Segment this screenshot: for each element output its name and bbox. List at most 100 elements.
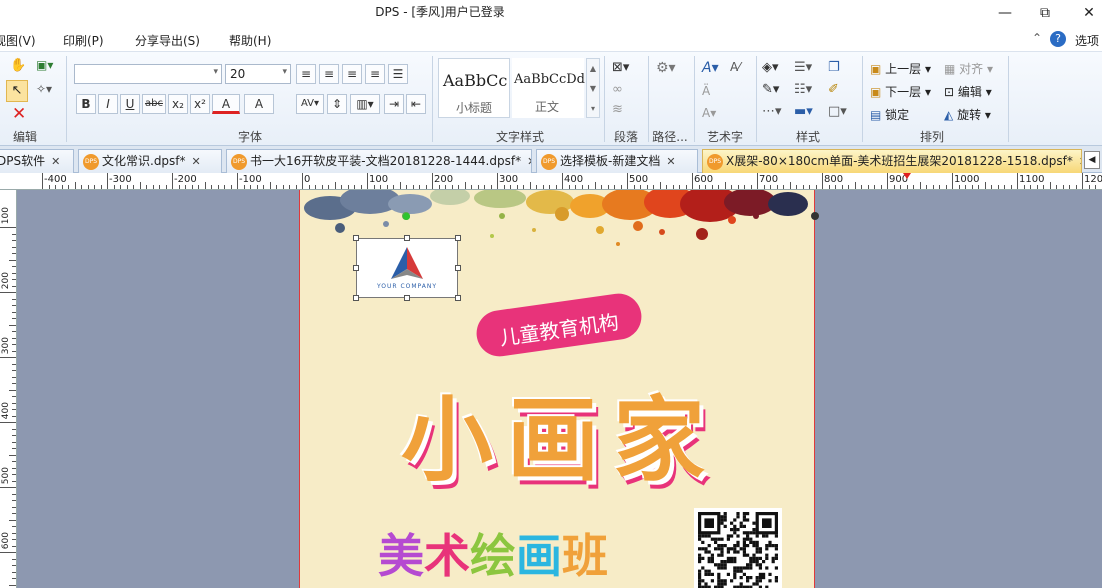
dash-style-icon[interactable]: ☷▾ (794, 82, 812, 97)
logo-frame[interactable]: YOUR COMPANY (356, 238, 458, 298)
subtitle-char: 术 (424, 529, 470, 583)
doc-tab-book[interactable]: DPS书一大16开软皮平装-文档20181228-1444.dpsf* ✕ (226, 149, 532, 173)
group-label-text-style: 文字样式 (495, 130, 544, 144)
text-vertical-icon[interactable]: A⁄ (730, 60, 740, 74)
selection-handle[interactable] (455, 265, 461, 271)
collapse-ribbon-icon[interactable]: ⌃ (1032, 31, 1042, 45)
canvas-area[interactable]: YOUR COMPANY 儿童教育机构 小画家 美术绘画班 (17, 190, 1102, 588)
selection-handle[interactable] (353, 235, 359, 241)
ruler-label: 1100 (1019, 174, 1045, 185)
indent-icon[interactable]: ⇥ (384, 94, 404, 114)
picture-tool-icon[interactable]: ▣▾ (36, 58, 58, 76)
path-settings-icon[interactable]: ⚙▾ (656, 60, 676, 76)
format-painter-icon[interactable]: ✐ (828, 82, 839, 97)
font-color-button[interactable]: A (212, 94, 240, 114)
selection-handle[interactable] (353, 265, 359, 271)
dps-file-icon: DPS (541, 153, 557, 170)
line-style-icon[interactable]: ☰▾ (794, 60, 812, 75)
selection-handle[interactable] (404, 295, 410, 301)
font-name-dropdown[interactable]: ▾ (74, 64, 222, 84)
bold-button[interactable]: B (76, 94, 96, 114)
align-left-icon[interactable]: ≡ (296, 64, 316, 84)
font-size-grow-button[interactable]: A (244, 94, 274, 114)
edit-button[interactable]: ⊡ 编辑 ▾ (944, 83, 992, 100)
doc-tab-culture[interactable]: DPS 文化常识.dpsf* ✕ (78, 149, 222, 173)
line-weight-icon[interactable]: ▬▾ (794, 104, 813, 119)
outdent-icon[interactable]: ⇤ (406, 94, 426, 114)
close-icon[interactable]: ✕ (192, 151, 201, 173)
doc-tab-easel-active[interactable]: DPS X展架-80×180cm单面-美术班招生展架20181228-1518.d… (702, 149, 1082, 173)
border-style-icon[interactable]: ⋯▾ (762, 104, 782, 119)
align-right-icon[interactable]: ≡ (342, 64, 362, 84)
close-icon[interactable]: ✕ (1079, 151, 1081, 173)
menu-view[interactable]: 视图(V) (0, 32, 36, 49)
menu-bar: 视图(V) 印刷(P) 分享导出(S) 帮助(H) ⌃ ? 选项 (0, 26, 1102, 52)
tab-scroll-left-icon[interactable]: ◀ (1084, 151, 1100, 169)
doc-tab-dps-software[interactable]: DPS软件 ✕ (0, 149, 74, 173)
restore-button[interactable]: ⧉ (1022, 0, 1068, 26)
ruler-major-tick (757, 173, 758, 189)
close-icon[interactable]: ✕ (527, 151, 531, 173)
line-spacing-icon[interactable]: ⇕ (327, 94, 347, 114)
art-text-icon[interactable]: A▾ (702, 60, 719, 76)
doc-tab-template[interactable]: DPS 选择模板-新建文档 ✕ (536, 149, 698, 173)
magic-wand-icon[interactable]: ✧▾ (36, 82, 58, 100)
group-divider (862, 56, 863, 142)
shadow-box-icon[interactable]: □▾ (828, 104, 847, 119)
ruler-major-tick (692, 173, 693, 189)
close-window-button[interactable]: ✕ (1066, 0, 1102, 26)
font-size-dropdown[interactable]: 20 ▾ (225, 64, 291, 84)
ruler-major-tick (0, 227, 16, 228)
close-icon[interactable]: ✕ (51, 151, 60, 173)
text-style-subtitle[interactable]: AaBbCc 小标题 (438, 58, 510, 118)
style-scroll-button[interactable]: ▲ ▼ ▾ (586, 58, 600, 118)
select-pointer-icon[interactable]: ↖ (6, 80, 28, 102)
hand-tool-icon[interactable]: ✋ (10, 58, 28, 76)
document-tab-bar: DPS软件 ✕ DPS 文化常识.dpsf* ✕ DPS 书一大16开软皮平装-文档20… (0, 146, 1102, 173)
ruler-minor-tick (9, 454, 16, 456)
selection-handle[interactable] (455, 295, 461, 301)
ruler-label: 0 (304, 174, 311, 185)
ruler-position-marker (903, 173, 911, 179)
options-button[interactable]: 选项 (1075, 32, 1099, 49)
menu-help[interactable]: 帮助(H) (229, 32, 271, 49)
strikethrough-button[interactable]: abc (142, 94, 166, 114)
bring-forward-button[interactable]: ▣ 上一层 ▾ (870, 60, 931, 77)
superscript-button[interactable]: x² (190, 94, 210, 114)
menu-share-export[interactable]: 分享导出(S) (135, 32, 200, 49)
send-backward-button[interactable]: ▣ 下一层 ▾ (870, 83, 931, 100)
link-icon[interactable]: ∞ (612, 82, 623, 97)
help-icon[interactable]: ? (1050, 31, 1066, 47)
copy-style-icon[interactable]: ❐ (828, 60, 840, 75)
group-divider (1008, 56, 1009, 142)
lock-button[interactable]: ▤ 锁定 (870, 106, 909, 123)
line-color-icon[interactable]: ✎▾ (762, 82, 779, 97)
subscript-button[interactable]: x₂ (168, 94, 188, 114)
ruler-label: 200 (434, 174, 454, 185)
send-backward-label: 下一层 (885, 85, 922, 99)
rotate-handle[interactable] (403, 213, 410, 220)
selection-handle[interactable] (404, 235, 410, 241)
text-frame-icon[interactable]: ⊠▾ (612, 60, 629, 75)
fill-color-icon[interactable]: ◈▾ (762, 60, 779, 75)
char-spacing-icon[interactable]: AV▾ (296, 94, 324, 114)
italic-button[interactable]: I (98, 94, 118, 114)
align-button[interactable]: ▦ 对齐 ▾ (944, 60, 993, 77)
menu-print[interactable]: 印刷(P) (63, 32, 104, 49)
close-icon[interactable]: ✕ (666, 151, 675, 173)
selection-handle[interactable] (353, 295, 359, 301)
delete-icon[interactable]: ✕ (12, 104, 26, 124)
unlink-icon[interactable]: ≋ (612, 102, 623, 117)
text-style-body[interactable]: AaBbCcDd 正文 (512, 58, 585, 118)
distribute-icon[interactable]: ☰ (388, 64, 408, 84)
columns-icon[interactable]: ▥▾ (350, 94, 380, 114)
text-effect-icon[interactable]: Ä (702, 84, 710, 98)
underline-button[interactable]: U (120, 94, 140, 114)
poster-page[interactable]: YOUR COMPANY 儿童教育机构 小画家 美术绘画班 (299, 190, 815, 588)
justify-icon[interactable]: ≡ (365, 64, 385, 84)
selection-handle[interactable] (455, 235, 461, 241)
qr-code (694, 508, 782, 588)
text-shadow-icon[interactable]: A▾ (702, 106, 716, 120)
align-center-icon[interactable]: ≡ (319, 64, 339, 84)
rotate-button[interactable]: ◭ 旋转 ▾ (944, 106, 991, 123)
